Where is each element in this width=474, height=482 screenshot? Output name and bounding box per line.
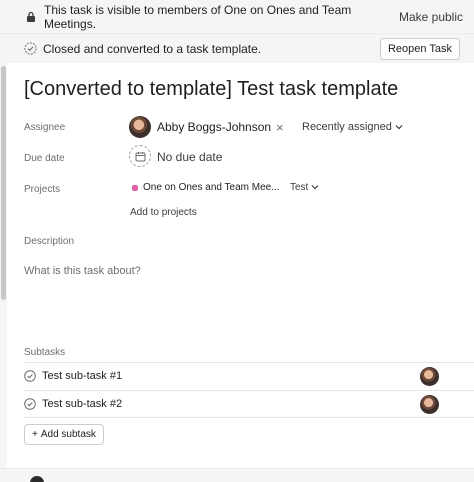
description-label: Description (24, 236, 75, 247)
due-date-value[interactable]: No due date (157, 150, 222, 164)
chevron-down-icon (395, 121, 403, 133)
reopen-task-button[interactable]: Reopen Task (379, 37, 460, 60)
plus-icon: + (32, 429, 38, 440)
scrollbar-thumb[interactable] (1, 66, 6, 300)
add-subtask-button[interactable]: + Add subtask (24, 424, 104, 445)
list-item[interactable]: Test sub-task #2 (24, 391, 474, 417)
chevron-down-icon (311, 182, 319, 193)
closed-banner: Closed and converted to a task template.… (0, 33, 474, 63)
projects-label: Projects (24, 184, 61, 195)
subtask-title[interactable]: Test sub-task #2 (42, 398, 474, 410)
project-section-label: Test (290, 182, 309, 193)
remove-assignee-icon[interactable]: × (276, 120, 284, 135)
project-name[interactable]: One on Ones and Team Mee... (143, 182, 280, 193)
project-section-dropdown[interactable]: Test (290, 182, 319, 193)
recently-assigned-label: Recently assigned (302, 121, 392, 133)
subtasks-label: Subtasks (24, 347, 66, 358)
lock-icon (26, 11, 38, 23)
visibility-text: This task is visible to members of One o… (44, 2, 352, 31)
assignee-label: Assignee (24, 122, 66, 133)
calendar-icon[interactable] (129, 145, 151, 167)
task-title[interactable]: [Converted to template] Test task templa… (24, 78, 398, 101)
due-date-label: Due date (24, 153, 65, 164)
avatar[interactable] (129, 116, 151, 138)
assignee-name[interactable]: Abby Boggs-Johnson (157, 120, 271, 134)
comment-bar (0, 468, 474, 482)
check-circle-icon (24, 42, 37, 55)
project-color-dot (132, 185, 138, 191)
check-circle-icon[interactable] (24, 398, 36, 410)
list-item[interactable]: Test sub-task #1 (24, 363, 474, 389)
add-to-projects-link[interactable]: Add to projects (130, 207, 197, 218)
avatar[interactable] (420, 395, 439, 414)
add-subtask-label: Add subtask (40, 429, 96, 440)
recently-assigned-dropdown[interactable]: Recently assigned (302, 121, 403, 133)
avatar[interactable] (420, 367, 439, 386)
make-public-button[interactable]: Make public (399, 10, 463, 24)
check-circle-icon[interactable] (24, 370, 36, 382)
divider (24, 417, 474, 418)
visibility-banner: This task is visible to members of One o… (0, 0, 474, 33)
description-input[interactable]: What is this task about? (24, 265, 141, 277)
subtask-title[interactable]: Test sub-task #1 (42, 370, 474, 382)
closed-text: Closed and converted to a task template. (43, 41, 262, 56)
